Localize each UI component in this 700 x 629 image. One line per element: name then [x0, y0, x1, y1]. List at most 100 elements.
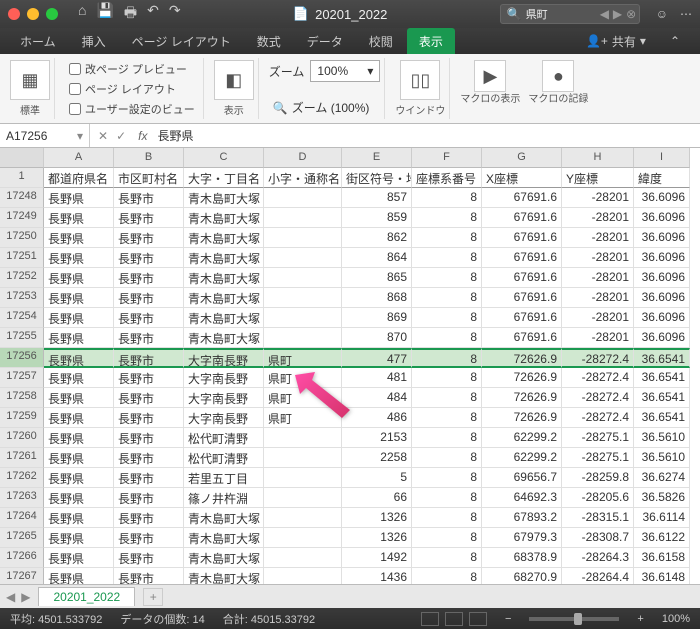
- cancel-icon[interactable]: ✕: [98, 129, 108, 143]
- cell[interactable]: 長野市: [114, 488, 184, 508]
- tab-表示[interactable]: 表示: [407, 28, 455, 54]
- cell[interactable]: 72626.9: [482, 408, 562, 428]
- cell[interactable]: 868: [342, 288, 412, 308]
- cell[interactable]: -28201: [562, 188, 634, 208]
- cell[interactable]: 8: [412, 368, 482, 388]
- normal-view-button[interactable]: ▦: [10, 60, 50, 100]
- tab-next-icon[interactable]: ▶: [21, 590, 30, 604]
- row-header[interactable]: 17258: [0, 388, 44, 408]
- cell[interactable]: 67691.6: [482, 248, 562, 268]
- cell[interactable]: 街区符号・地: [342, 168, 412, 188]
- cell[interactable]: 857: [342, 188, 412, 208]
- row-header[interactable]: 17251: [0, 248, 44, 268]
- cell[interactable]: [264, 448, 342, 468]
- cell[interactable]: 72626.9: [482, 348, 562, 368]
- cell[interactable]: 36.5826: [634, 488, 690, 508]
- cell[interactable]: 486: [342, 408, 412, 428]
- row-header[interactable]: 17256: [0, 348, 44, 368]
- cell[interactable]: 36.6096: [634, 228, 690, 248]
- cell[interactable]: 松代町清野: [184, 448, 264, 468]
- chevron-down-icon[interactable]: ▾: [640, 34, 646, 48]
- zoom-icon[interactable]: [46, 8, 58, 20]
- cell[interactable]: 青木島町大塚: [184, 328, 264, 348]
- close-icon[interactable]: [8, 8, 20, 20]
- cell[interactable]: -28272.4: [562, 348, 634, 368]
- cell[interactable]: 8: [412, 568, 482, 584]
- cell[interactable]: 県町: [264, 348, 342, 368]
- cell[interactable]: [264, 528, 342, 548]
- home-icon[interactable]: ⌂: [78, 2, 86, 26]
- print-icon[interactable]: 🖶: [124, 2, 137, 26]
- search-clear-icon[interactable]: ⊗: [626, 7, 636, 21]
- cell[interactable]: [264, 188, 342, 208]
- formula-input[interactable]: 長野県: [151, 127, 700, 144]
- cell[interactable]: [264, 288, 342, 308]
- cell[interactable]: 36.6096: [634, 248, 690, 268]
- cell[interactable]: -28259.8: [562, 468, 634, 488]
- cell[interactable]: 64692.3: [482, 488, 562, 508]
- cell[interactable]: 8: [412, 268, 482, 288]
- tab-ページ レイアウト[interactable]: ページ レイアウト: [120, 28, 243, 54]
- cell[interactable]: -28272.4: [562, 368, 634, 388]
- cell[interactable]: 862: [342, 228, 412, 248]
- cell[interactable]: 長野県: [44, 508, 114, 528]
- row-header[interactable]: 17263: [0, 488, 44, 508]
- cell[interactable]: 36.6158: [634, 548, 690, 568]
- col-header-F[interactable]: F: [412, 148, 482, 168]
- cell[interactable]: 859: [342, 208, 412, 228]
- cell[interactable]: 県町: [264, 408, 342, 428]
- cell[interactable]: -28201: [562, 288, 634, 308]
- row-header[interactable]: 17267: [0, 568, 44, 584]
- undo-icon[interactable]: ↶: [147, 2, 159, 26]
- row-header[interactable]: 17264: [0, 508, 44, 528]
- cell[interactable]: 長野市: [114, 448, 184, 468]
- col-header-G[interactable]: G: [482, 148, 562, 168]
- cell[interactable]: 870: [342, 328, 412, 348]
- row-header[interactable]: 17252: [0, 268, 44, 288]
- cell[interactable]: 72626.9: [482, 388, 562, 408]
- tab-データ[interactable]: データ: [295, 28, 355, 54]
- tab-ホーム[interactable]: ホーム: [8, 28, 68, 54]
- normal-view-icon[interactable]: [421, 612, 439, 626]
- cell[interactable]: [264, 568, 342, 584]
- cell[interactable]: 67979.3: [482, 528, 562, 548]
- select-all-corner[interactable]: [0, 148, 44, 168]
- cell[interactable]: 長野県: [44, 448, 114, 468]
- cell[interactable]: 長野市: [114, 188, 184, 208]
- cell[interactable]: 8: [412, 328, 482, 348]
- custom-views[interactable]: ユーザー設定のビュー: [65, 100, 199, 118]
- cell[interactable]: 長野県: [44, 528, 114, 548]
- cell[interactable]: 青木島町大塚: [184, 508, 264, 528]
- cell[interactable]: [264, 228, 342, 248]
- row-header[interactable]: 17262: [0, 468, 44, 488]
- cell[interactable]: 市区町村名: [114, 168, 184, 188]
- cell[interactable]: 県町: [264, 388, 342, 408]
- cell[interactable]: 8: [412, 468, 482, 488]
- cell[interactable]: 青木島町大塚: [184, 308, 264, 328]
- cell[interactable]: 長野市: [114, 308, 184, 328]
- cell[interactable]: 477: [342, 348, 412, 368]
- tab-数式[interactable]: 数式: [245, 28, 293, 54]
- window-button[interactable]: ▯▯: [400, 60, 440, 100]
- cell[interactable]: 36.6541: [634, 388, 690, 408]
- cell[interactable]: 長野県: [44, 548, 114, 568]
- cell[interactable]: 8: [412, 288, 482, 308]
- cell[interactable]: 36.6114: [634, 508, 690, 528]
- cell[interactable]: 36.6274: [634, 468, 690, 488]
- col-header-H[interactable]: H: [562, 148, 634, 168]
- cell[interactable]: 青木島町大塚: [184, 268, 264, 288]
- search-next-icon[interactable]: ▶: [613, 7, 622, 21]
- cell[interactable]: -28315.1: [562, 508, 634, 528]
- overflow-icon[interactable]: ⋯: [680, 7, 692, 21]
- sheet-tab[interactable]: 20201_2022: [38, 587, 135, 606]
- cell[interactable]: [264, 488, 342, 508]
- cell[interactable]: 484: [342, 388, 412, 408]
- cell[interactable]: 大字南長野: [184, 408, 264, 428]
- cell[interactable]: 869: [342, 308, 412, 328]
- chevron-down-icon[interactable]: ▾: [77, 129, 83, 143]
- col-header-A[interactable]: A: [44, 148, 114, 168]
- cell[interactable]: 長野県: [44, 208, 114, 228]
- cell[interactable]: [264, 308, 342, 328]
- row-header[interactable]: 17254: [0, 308, 44, 328]
- col-header-E[interactable]: E: [342, 148, 412, 168]
